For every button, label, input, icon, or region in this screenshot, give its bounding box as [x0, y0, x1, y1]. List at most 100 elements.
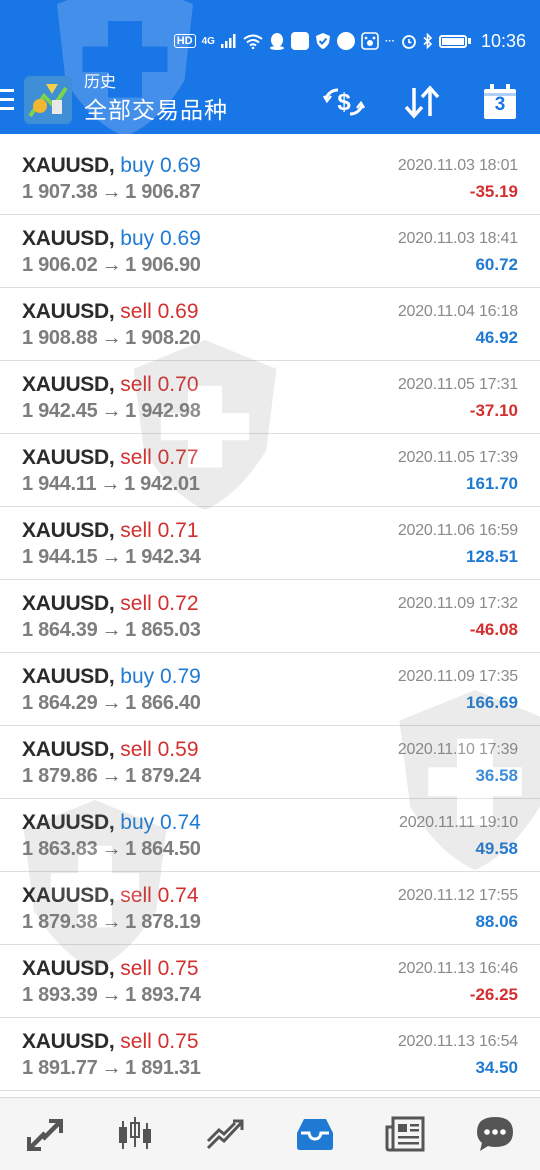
trade-profit: 60.72 — [475, 255, 518, 274]
trade-close-time: 2020.11.10 17:39 — [397, 741, 518, 758]
candlestick-chart-icon — [119, 1117, 151, 1149]
trade-profit: -37.10 — [469, 401, 518, 420]
trade-row[interactable]: XAUUSD, sell 0.77 1 944.11 → 1 942.01 2020.1… — [0, 434, 540, 507]
open-price: 1 879.38 — [22, 911, 98, 933]
bluetooth-icon — [423, 33, 433, 49]
nav-news[interactable] — [360, 1098, 450, 1170]
browser-app-icon — [290, 32, 309, 50]
trade-symbol: XAUUSD, — [22, 446, 115, 469]
trade-close-time: 2020.11.11 19:10 — [399, 814, 518, 831]
open-price: 1 944.11 — [22, 473, 97, 495]
trade-summary: XAUUSD, buy 0.69 — [22, 153, 201, 179]
close-price: 1 906.87 — [125, 181, 201, 203]
trade-row[interactable]: XAUUSD, buy 0.79 1 864.29 → 1 866.40 2020.11… — [0, 653, 540, 726]
open-price: 1 893.39 — [22, 984, 98, 1006]
trade-volume: 0.77 — [157, 446, 199, 469]
open-price: 1 891.77 — [22, 1057, 98, 1079]
arrow-right-icon: → — [101, 1057, 122, 1079]
alarm-icon — [401, 33, 417, 49]
trade-profit: 166.69 — [466, 693, 518, 712]
header-subtitle: 历史 — [84, 74, 117, 91]
trade-row[interactable]: XAUUSD, buy 0.74 1 863.83 → 1 864.50 2020.11… — [0, 799, 540, 872]
wifi-icon — [243, 34, 263, 49]
nav-quotes[interactable] — [0, 1098, 90, 1170]
trade-volume: 0.74 — [157, 884, 199, 907]
qq-icon — [269, 32, 285, 50]
trade-row[interactable]: XAUUSD, buy 0.69 1 907.38 → 1 906.87 2020.11… — [0, 142, 540, 215]
trade-volume: 0.75 — [157, 957, 199, 980]
trade-profit: 34.50 — [475, 1058, 518, 1077]
trade-row[interactable]: XAUUSD, sell 0.75 1 893.39 → 1 893.74 2020.1… — [0, 945, 540, 1018]
hd-badge: HD — [173, 34, 196, 48]
arrow-right-icon: → — [101, 619, 122, 641]
trade-prices: 1 893.39 → 1 893.74 — [22, 982, 201, 1008]
calendar-button[interactable]: 3 — [478, 80, 522, 124]
close-price: 1 893.74 — [125, 984, 201, 1006]
trade-profit: -35.19 — [469, 182, 518, 201]
nav-history[interactable] — [270, 1098, 360, 1170]
trade-symbol: XAUUSD, — [22, 811, 115, 834]
nav-chart[interactable] — [90, 1098, 180, 1170]
trade-summary: XAUUSD, buy 0.74 — [22, 810, 201, 836]
close-price: 1 891.31 — [125, 1057, 201, 1079]
open-price: 1 908.88 — [22, 327, 98, 349]
trade-volume: 0.69 — [159, 154, 201, 177]
trade-profit: 161.70 — [466, 474, 518, 493]
header-title: 全部交易品种 — [84, 97, 228, 123]
trade-row[interactable]: XAUUSD, sell 0.71 1 944.15 → 1 942.34 2020.1… — [0, 507, 540, 580]
history-inbox-icon — [297, 1119, 333, 1150]
trade-symbol: XAUUSD, — [22, 519, 115, 542]
trade-close-time: 2020.11.06 16:59 — [397, 522, 518, 539]
arrow-right-icon: → — [101, 254, 122, 276]
trade-symbol: XAUUSD, — [22, 373, 115, 396]
trade-prices: 1 942.45 → 1 942.98 — [22, 398, 201, 424]
trade-row[interactable]: XAUUSD, sell 0.75 1 891.77 → 1 891.31 2020.1… — [0, 1018, 540, 1091]
trade-summary: XAUUSD, sell 0.75 — [22, 1029, 199, 1055]
trade-prices: 1 906.02 → 1 906.90 — [22, 252, 201, 278]
trade-prices: 1 879.38 → 1 878.19 — [22, 909, 201, 935]
trade-profit: -26.25 — [469, 985, 518, 1004]
trade-symbol: XAUUSD, — [22, 154, 115, 177]
currency-exchange-button[interactable]: $ — [322, 80, 366, 124]
trade-row[interactable]: XAUUSD, sell 0.70 1 942.45 → 1 942.98 2020.1… — [0, 361, 540, 434]
chat-bubble-icon — [477, 1117, 513, 1151]
trade-profit: 36.58 — [475, 766, 518, 785]
arrow-right-icon: → — [101, 692, 122, 714]
nav-chat[interactable] — [450, 1098, 540, 1170]
trade-symbol: XAUUSD, — [22, 884, 115, 907]
arrow-right-icon: → — [101, 400, 122, 422]
open-price: 1 944.15 — [22, 546, 98, 568]
trade-row[interactable]: XAUUSD, sell 0.72 1 864.39 → 1 865.03 2020.1… — [0, 580, 540, 653]
quotes-arrows-icon — [27, 1119, 63, 1151]
trade-summary: XAUUSD, sell 0.59 — [22, 737, 199, 763]
nav-trade[interactable] — [180, 1098, 270, 1170]
trade-close-time: 2020.11.12 17:55 — [397, 887, 518, 904]
open-price: 1 879.86 — [22, 765, 98, 787]
close-price: 1 942.98 — [125, 400, 201, 422]
trade-close-time: 2020.11.03 18:41 — [397, 230, 518, 247]
trade-row[interactable]: XAUUSD, sell 0.69 1 908.88 → 1 908.20 2020.1… — [0, 288, 540, 361]
arrow-right-icon: → — [100, 473, 121, 495]
battery-tip — [467, 38, 471, 44]
trade-summary: XAUUSD, sell 0.72 — [22, 591, 199, 617]
header-title-group[interactable]: 历史 全部交易品种 — [84, 72, 228, 126]
trade-row[interactable]: XAUUSD, buy 0.69 1 906.02 → 1 906.90 2020.11… — [0, 215, 540, 288]
trade-volume: 0.69 — [157, 300, 199, 323]
trade-row[interactable]: XAUUSD, sell 0.74 1 879.38 → 1 878.19 2020.1… — [0, 872, 540, 945]
currency-exchange-icon: $ — [322, 88, 366, 116]
bottom-navigation — [0, 1097, 540, 1170]
trade-profit: -46.08 — [469, 620, 518, 639]
trade-close-time: 2020.11.05 17:31 — [397, 376, 518, 393]
trade-side: buy — [120, 227, 155, 250]
trade-prices: 1 907.38 → 1 906.87 — [22, 179, 201, 205]
trade-row[interactable]: XAUUSD, sell 0.59 1 879.86 → 1 879.24 2020.1… — [0, 726, 540, 799]
trade-side: buy — [120, 811, 155, 834]
menu-icon[interactable] — [0, 89, 14, 111]
sort-button[interactable] — [400, 80, 444, 124]
trade-side: sell — [120, 446, 152, 469]
signal-icon — [220, 34, 237, 48]
arrow-right-icon: → — [101, 984, 122, 1006]
trade-close-time: 2020.11.09 17:35 — [397, 668, 518, 685]
trade-volume: 0.75 — [157, 1030, 199, 1053]
svg-text:$: $ — [337, 89, 351, 116]
